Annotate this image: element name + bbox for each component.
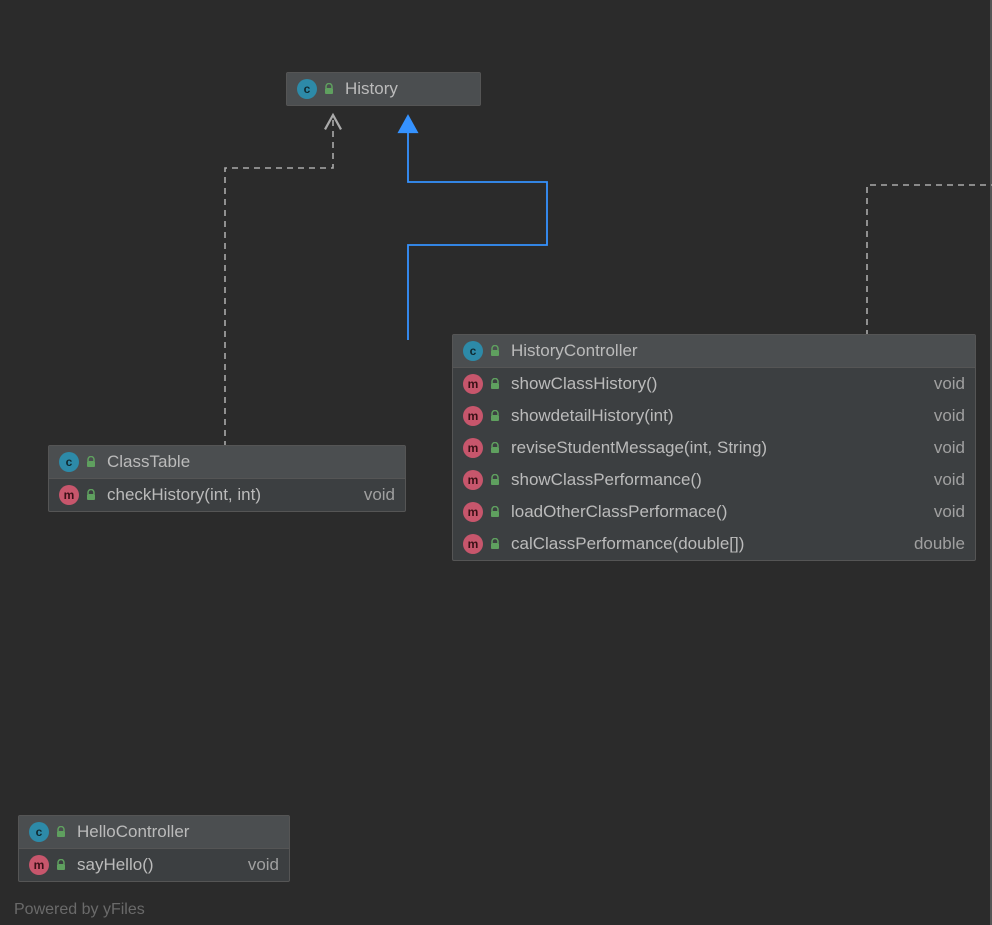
member-signature: showClassPerformance() xyxy=(511,470,702,490)
class-icon xyxy=(463,341,483,361)
class-hellocontroller[interactable]: HelloController sayHello() void xyxy=(18,815,290,882)
member-signature: sayHello() xyxy=(77,855,154,875)
member-return-type: void xyxy=(914,502,965,522)
class-members: showClassHistory() void showdetailHistor… xyxy=(453,368,975,560)
method-icon xyxy=(59,485,79,505)
member-return-type: void xyxy=(344,485,395,505)
method-icon xyxy=(463,470,483,490)
lock-icon xyxy=(85,456,97,468)
class-name: HelloController xyxy=(77,822,189,842)
member-row[interactable]: checkHistory(int, int) void xyxy=(49,479,405,511)
class-classtable[interactable]: ClassTable checkHistory(int, int) void xyxy=(48,445,406,512)
lock-icon xyxy=(85,489,97,501)
member-return-type: void xyxy=(228,855,279,875)
class-icon xyxy=(297,79,317,99)
lock-icon xyxy=(489,506,501,518)
member-row[interactable]: showClassPerformance() void xyxy=(453,464,975,496)
class-icon xyxy=(59,452,79,472)
member-return-type: void xyxy=(914,438,965,458)
edge-historycontroller-to-history xyxy=(408,116,547,340)
class-header: History xyxy=(287,73,480,105)
class-header: HelloController xyxy=(19,816,289,849)
class-header: HistoryController xyxy=(453,335,975,368)
lock-icon xyxy=(55,826,67,838)
lock-icon xyxy=(323,83,335,95)
class-name: History xyxy=(345,79,398,99)
powered-by-label: Powered by yFiles xyxy=(14,901,145,919)
class-icon xyxy=(29,822,49,842)
class-name: ClassTable xyxy=(107,452,190,472)
class-name: HistoryController xyxy=(511,341,638,361)
member-return-type: double xyxy=(894,534,965,554)
member-signature: checkHistory(int, int) xyxy=(107,485,261,505)
member-signature: calClassPerformance(double[]) xyxy=(511,534,744,554)
class-members: sayHello() void xyxy=(19,849,289,881)
member-signature: loadOtherClassPerformace() xyxy=(511,502,727,522)
method-icon xyxy=(463,502,483,522)
edge-historycontroller-to-offscreen xyxy=(867,185,992,336)
method-icon xyxy=(29,855,49,875)
member-row[interactable]: reviseStudentMessage(int, String) void xyxy=(453,432,975,464)
method-icon xyxy=(463,406,483,426)
member-signature: reviseStudentMessage(int, String) xyxy=(511,438,767,458)
member-row[interactable]: sayHello() void xyxy=(19,849,289,881)
class-header: ClassTable xyxy=(49,446,405,479)
member-return-type: void xyxy=(914,374,965,394)
edge-classtable-to-history xyxy=(225,115,333,447)
class-history[interactable]: History xyxy=(286,72,481,106)
class-members: checkHistory(int, int) void xyxy=(49,479,405,511)
method-icon xyxy=(463,534,483,554)
method-icon xyxy=(463,374,483,394)
class-historycontroller[interactable]: HistoryController showClassHistory() voi… xyxy=(452,334,976,561)
lock-icon xyxy=(489,442,501,454)
lock-icon xyxy=(489,538,501,550)
member-row[interactable]: loadOtherClassPerformace() void xyxy=(453,496,975,528)
member-row[interactable]: showdetailHistory(int) void xyxy=(453,400,975,432)
method-icon xyxy=(463,438,483,458)
member-signature: showdetailHistory(int) xyxy=(511,406,674,426)
lock-icon xyxy=(489,378,501,390)
lock-icon xyxy=(55,859,67,871)
lock-icon xyxy=(489,345,501,357)
member-row[interactable]: showClassHistory() void xyxy=(453,368,975,400)
member-return-type: void xyxy=(914,406,965,426)
lock-icon xyxy=(489,410,501,422)
member-return-type: void xyxy=(914,470,965,490)
member-row[interactable]: calClassPerformance(double[]) double xyxy=(453,528,975,560)
member-signature: showClassHistory() xyxy=(511,374,657,394)
lock-icon xyxy=(489,474,501,486)
